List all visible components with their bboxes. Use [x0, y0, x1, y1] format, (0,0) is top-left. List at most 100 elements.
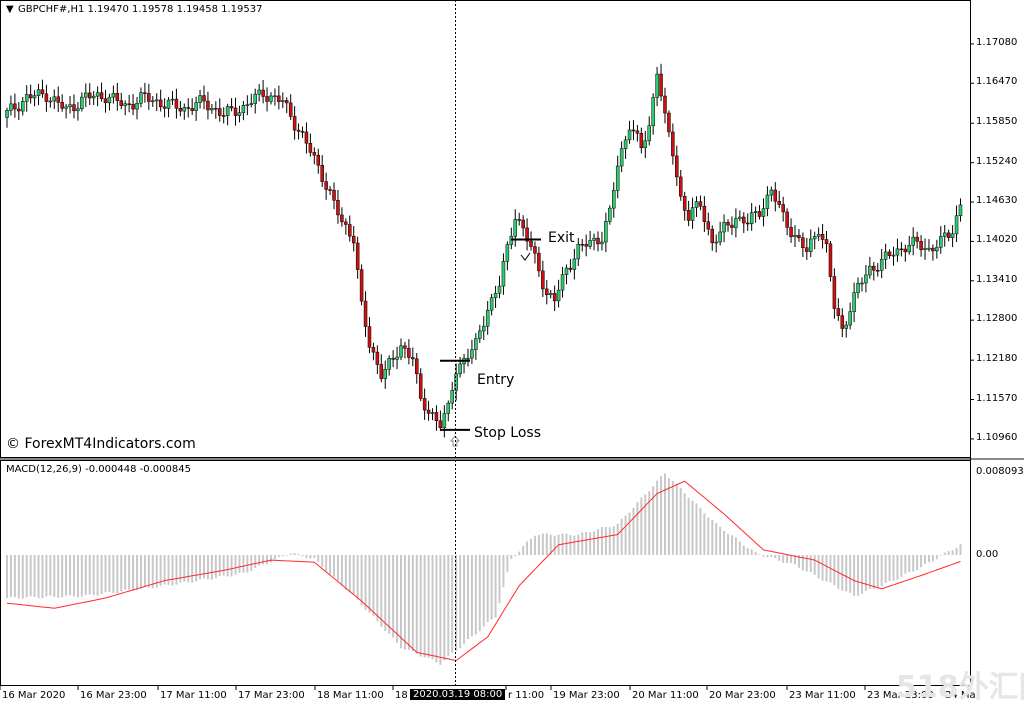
bull-candle: [812, 236, 817, 240]
bear-candle: [344, 221, 348, 225]
bull-candle: [387, 358, 391, 370]
bear-candle: [710, 228, 715, 244]
bear-candle: [426, 409, 431, 414]
bull-candle: [564, 267, 569, 275]
time-tick-label: 18: [395, 690, 408, 701]
time-tick-label: 17 Mar 11:00: [160, 690, 227, 701]
bull-candle: [655, 73, 659, 98]
bull-candle: [237, 112, 242, 116]
bull-candle: [714, 241, 718, 244]
bull-candle: [738, 216, 742, 219]
price-tick-label: 1.16470: [976, 76, 1018, 88]
bull-candle: [576, 243, 581, 260]
price-tick-label: 1.15850: [976, 116, 1018, 128]
bull-candle: [753, 211, 758, 213]
bull-candle: [604, 221, 608, 243]
bear-candle: [143, 92, 147, 94]
bull-candle: [619, 148, 624, 167]
bull-candle: [241, 105, 246, 114]
bear-candle: [375, 351, 380, 365]
bear-candle: [639, 133, 644, 149]
price-panel[interactable]: [0, 0, 971, 458]
bear-candle: [840, 315, 845, 329]
header-triangle-icon[interactable]: ▼: [6, 4, 14, 15]
bear-candle: [40, 89, 45, 95]
bull-candle: [399, 345, 403, 358]
macd-panel[interactable]: [0, 460, 971, 686]
bull-candle: [643, 140, 648, 149]
macd-tick-label: 0.00: [976, 548, 999, 560]
bear-candle: [351, 235, 356, 244]
bear-candle: [828, 243, 833, 277]
bear-candle: [60, 102, 64, 109]
bull-candle: [879, 259, 884, 271]
bull-candle: [474, 338, 478, 350]
bull-candle: [36, 89, 41, 96]
bull-candle: [852, 292, 856, 312]
bear-candle: [820, 234, 825, 240]
bear-candle: [789, 227, 793, 238]
bull-candle: [761, 208, 766, 217]
bull-candle: [485, 309, 490, 327]
bull-candle: [182, 107, 187, 112]
bull-candle: [170, 98, 175, 101]
bear-candle: [158, 99, 163, 108]
bear-candle: [300, 131, 305, 133]
trading-chart[interactable]: [0, 0, 1024, 706]
bear-candle: [233, 107, 238, 116]
bear-candle: [127, 103, 131, 106]
bull-candle: [95, 92, 100, 97]
time-tick-label: 16 Mar 23:00: [80, 690, 147, 701]
bull-candle: [450, 390, 454, 404]
bear-candle: [72, 104, 76, 112]
bear-candle: [292, 116, 297, 131]
bear-candle: [214, 108, 218, 110]
bear-candle: [103, 98, 108, 104]
bull-candle: [166, 99, 171, 109]
bull-candle: [895, 248, 900, 256]
bear-candle: [115, 92, 120, 101]
time-tick-label: 16 Mar 2020: [2, 690, 66, 701]
bear-candle: [915, 236, 919, 242]
bull-candle: [107, 96, 112, 104]
bull-candle: [154, 99, 159, 102]
bull-candle: [493, 293, 498, 298]
bull-candle: [497, 285, 502, 294]
bear-candle: [742, 216, 746, 224]
bull-candle: [466, 357, 470, 360]
bull-candle: [281, 100, 285, 102]
bear-candle: [663, 95, 667, 114]
bull-candle: [765, 194, 770, 209]
bear-candle: [698, 201, 703, 207]
bear-candle: [119, 100, 124, 106]
bear-candle: [832, 276, 837, 309]
bear-candle: [946, 232, 951, 238]
time-tick-label: r 11:00: [508, 690, 545, 701]
price-tick-label: 1.14020: [976, 234, 1018, 246]
bull-candle: [273, 95, 277, 98]
bear-candle: [671, 131, 675, 157]
bear-candle: [336, 200, 340, 216]
bull-candle: [68, 104, 72, 108]
bear-candle: [56, 96, 60, 103]
bear-candle: [328, 189, 332, 191]
bear-candle: [288, 102, 293, 117]
bull-candle: [935, 247, 939, 252]
bull-candle: [151, 100, 155, 102]
bear-candle: [777, 200, 781, 205]
bear-candle: [686, 210, 691, 221]
bear-candle: [131, 103, 135, 110]
bull-candle: [592, 237, 596, 241]
bull-candle: [718, 231, 722, 243]
bear-candle: [552, 293, 557, 302]
bear-candle: [340, 214, 344, 223]
time-tick-label: 23 Mar 11:00: [789, 690, 856, 701]
bull-candle: [446, 402, 451, 414]
bear-candle: [99, 92, 104, 99]
bear-candle: [678, 176, 683, 197]
bull-candle: [647, 125, 651, 142]
bear-candle: [320, 165, 324, 182]
bull-candle: [548, 293, 553, 296]
bull-candle: [572, 258, 577, 270]
bear-candle: [521, 219, 525, 229]
